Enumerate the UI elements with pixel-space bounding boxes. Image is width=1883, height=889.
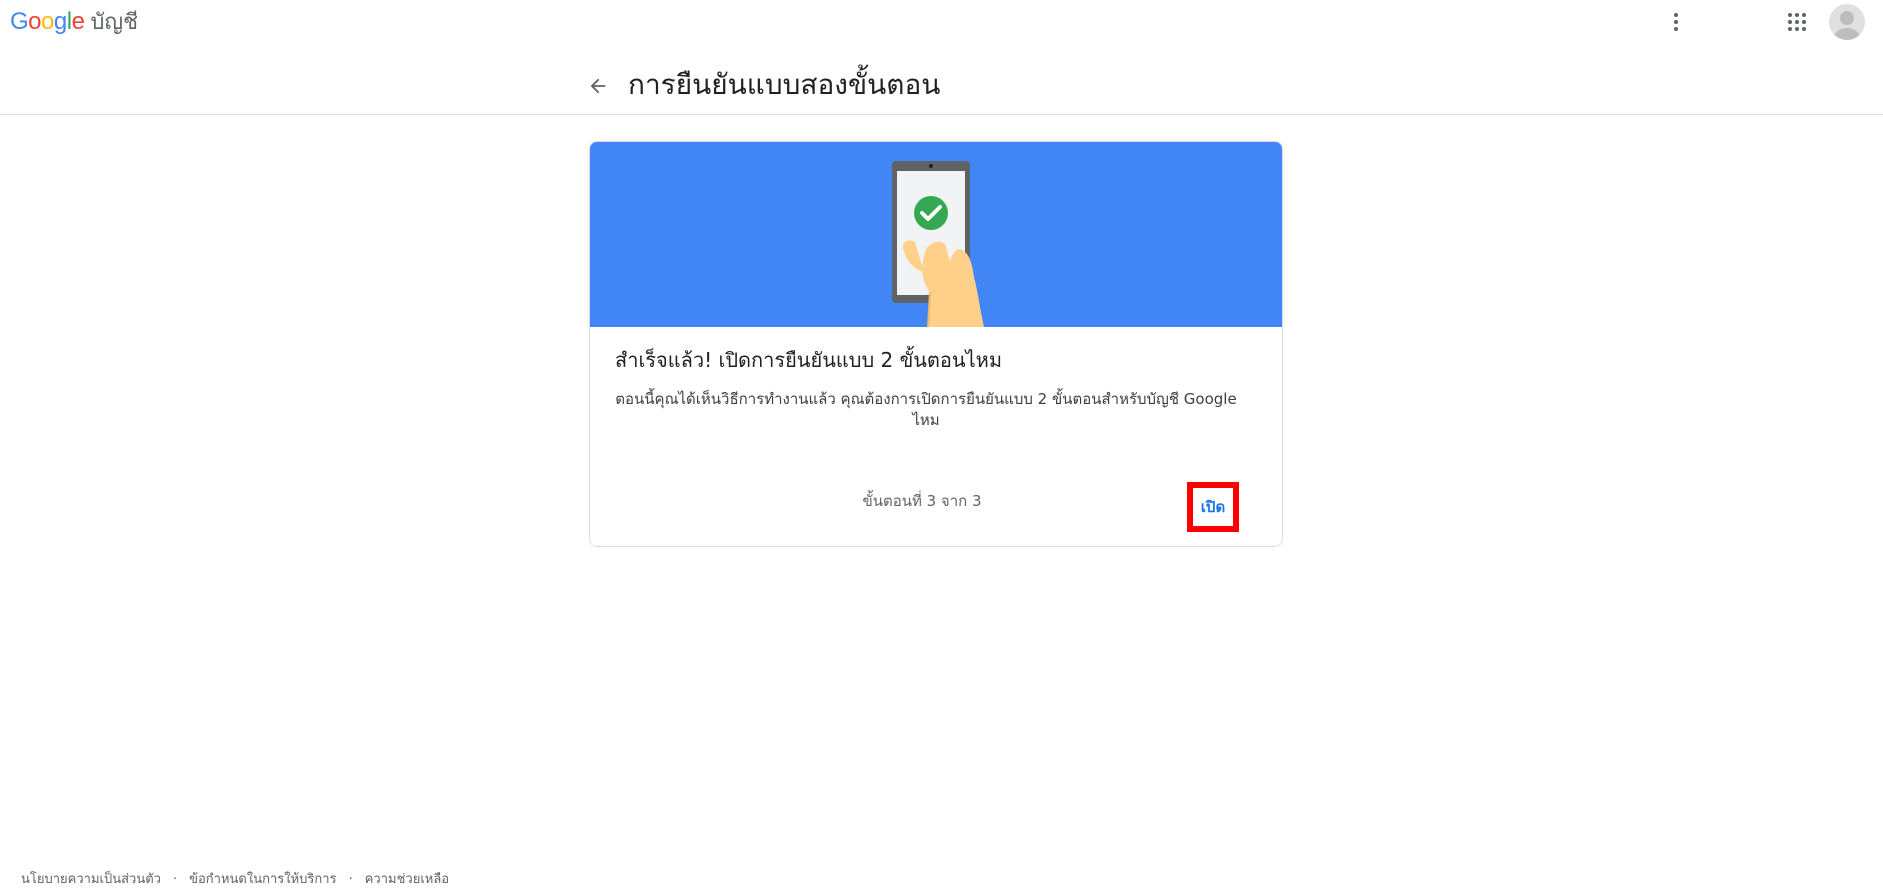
top-app-bar: Google บัญชี [0, 0, 1883, 46]
two-step-card: สำเร็จแล้ว! เปิดการยืนยันแบบ 2 ขั้นตอนไห… [589, 141, 1283, 547]
google-logo: Google [10, 8, 85, 36]
card-hero-banner [590, 142, 1282, 327]
back-button[interactable] [586, 74, 610, 98]
logo-letter: e [71, 8, 85, 35]
card-heading: สำเร็จแล้ว! เปิดการยืนยันแบบ 2 ขั้นตอนไห… [615, 348, 1003, 372]
card-description: ตอนนี้คุณได้เห็นวิธีการทำงานแล้ว คุณต้อง… [615, 390, 1237, 429]
apps-grid-icon [1788, 13, 1806, 31]
page-title-bar: การยืนยันแบบสองขั้นตอน [0, 46, 1883, 115]
account-avatar[interactable] [1829, 4, 1865, 40]
footer: นโยบายความเป็นส่วนตัว · ข้อกำหนดในการให้… [21, 871, 449, 889]
step-indicator-text: ขั้นตอนที่ 3 จาก 3 [862, 492, 982, 510]
page-title: การยืนยันแบบสองขั้นตอน [628, 68, 941, 101]
account-avatar-icon [1829, 4, 1865, 40]
arrow-back-icon [590, 78, 606, 94]
footer-separator: · [172, 872, 178, 887]
footer-separator: · [348, 872, 353, 887]
step-indicator: ขั้นตอนที่ 3 จาก 3 [590, 491, 1282, 511]
logo-letter: g [53, 8, 67, 35]
logo-letter: G [10, 8, 29, 35]
more-vert-icon [1674, 13, 1678, 31]
terms-of-service-link[interactable]: ข้อกำหนดในการให้บริการ [189, 871, 336, 889]
google-apps-button[interactable] [1785, 10, 1809, 34]
product-name: บัญชี [90, 10, 139, 35]
logo-letter: o [28, 8, 42, 35]
google-account-logo[interactable]: Google บัญชี [10, 8, 138, 37]
more-options-button[interactable] [1664, 10, 1688, 34]
turn-on-button[interactable]: เปิด [1187, 482, 1239, 532]
logo-letter: o [41, 8, 54, 35]
help-link[interactable]: ความช่วยเหลือ [365, 871, 449, 889]
phone-checkmark-illustration [892, 161, 984, 327]
privacy-policy-link[interactable]: นโยบายความเป็นส่วนตัว [21, 871, 161, 889]
